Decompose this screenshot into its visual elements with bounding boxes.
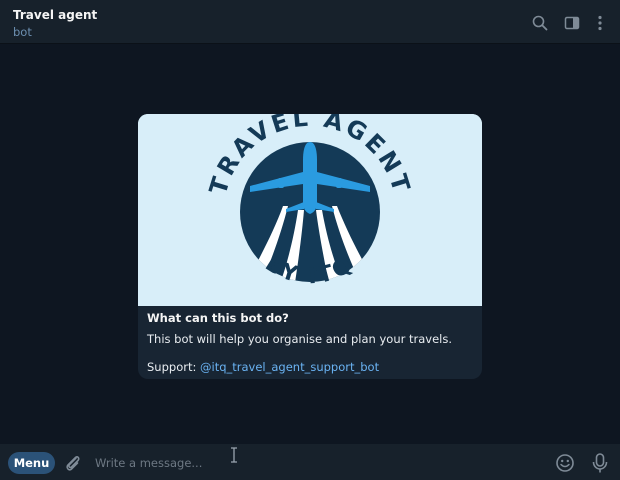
- sidebar-toggle-icon[interactable]: [563, 14, 581, 32]
- chat-header: Travel agent bot: [0, 0, 620, 44]
- message-input[interactable]: Write a message...: [95, 452, 535, 474]
- chat-subtitle: bot: [13, 25, 32, 39]
- support-prefix: Support:: [147, 360, 200, 374]
- travel-agent-logo: TRAVEL AGENT BY ITQ: [138, 114, 482, 306]
- more-vertical-icon[interactable]: [591, 14, 609, 32]
- menu-button[interactable]: Menu: [8, 452, 55, 474]
- support-line: Support: @itq_travel_agent_support_bot: [147, 360, 379, 374]
- chat-title[interactable]: Travel agent: [13, 8, 97, 22]
- support-bot-link[interactable]: @itq_travel_agent_support_bot: [200, 360, 379, 374]
- microphone-icon[interactable]: [590, 452, 610, 474]
- message-composer: Menu Write a message...: [0, 444, 620, 480]
- attach-icon[interactable]: [63, 453, 83, 473]
- text-cursor-icon: [229, 447, 239, 463]
- card-description: This bot will help you organise and plan…: [147, 332, 453, 346]
- emoji-icon[interactable]: [555, 453, 575, 473]
- bot-info-card: TRAVEL AGENT BY ITQ What can this bot do…: [138, 114, 482, 379]
- search-icon[interactable]: [531, 14, 549, 32]
- card-heading: What can this bot do?: [147, 311, 289, 325]
